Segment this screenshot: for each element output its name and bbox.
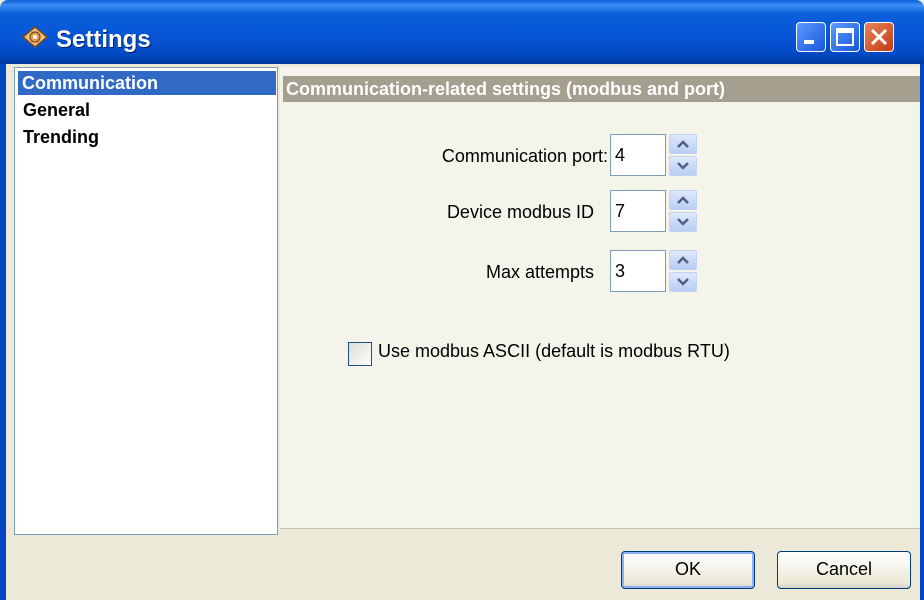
chevron-up-icon [677, 256, 689, 264]
ok-button[interactable]: OK [621, 551, 755, 589]
spin-up-button[interactable] [669, 134, 697, 154]
nav-item-communication[interactable]: Communication [18, 71, 276, 95]
minimize-icon [804, 40, 814, 44]
settings-panel: Communication-related settings (modbus a… [280, 67, 920, 529]
close-button[interactable] [864, 22, 894, 52]
spin-down-button[interactable] [669, 156, 697, 176]
chevron-up-icon [677, 140, 689, 148]
minimize-button[interactable] [796, 22, 826, 52]
max-attempts-label: Max attempts [485, 262, 594, 282]
chevron-down-icon [677, 162, 689, 170]
title-bar[interactable]: Settings [0, 0, 924, 64]
modbus-ascii-label[interactable]: Use modbus ASCII (default is modbus RTU) [378, 341, 730, 362]
maximize-icon [836, 28, 854, 46]
window-title: Settings [56, 26, 151, 53]
maximize-button[interactable] [830, 22, 860, 52]
communication-port-label: Communication port: [441, 146, 608, 166]
chevron-down-icon [677, 218, 689, 226]
settings-nav-list: Communication General Trending [14, 67, 278, 535]
cancel-button[interactable]: Cancel [777, 551, 911, 589]
close-icon [870, 28, 888, 46]
spin-up-button[interactable] [669, 190, 697, 210]
communication-port-input[interactable]: 4 [610, 134, 666, 176]
device-modbus-id-label: Device modbus ID [446, 202, 594, 222]
max-attempts-stepper[interactable] [669, 250, 697, 292]
spin-down-button[interactable] [669, 212, 697, 232]
window-frame-left [0, 64, 6, 600]
panel-header: Communication-related settings (modbus a… [283, 76, 920, 102]
window-frame-right [920, 64, 924, 600]
device-modbus-id-input[interactable]: 7 [610, 190, 666, 232]
communication-port-stepper[interactable] [669, 134, 697, 176]
spin-down-button[interactable] [669, 272, 697, 292]
chevron-up-icon [677, 196, 689, 204]
settings-app-icon[interactable] [20, 24, 50, 50]
settings-window: Settings Communication General Trending … [0, 0, 924, 600]
device-modbus-id-stepper[interactable] [669, 190, 697, 232]
chevron-down-icon [677, 278, 689, 286]
modbus-ascii-checkbox[interactable] [348, 342, 372, 366]
nav-item-general[interactable]: General [19, 98, 94, 122]
spin-up-button[interactable] [669, 250, 697, 270]
nav-item-trending[interactable]: Trending [19, 125, 103, 149]
max-attempts-input[interactable]: 3 [610, 250, 666, 292]
